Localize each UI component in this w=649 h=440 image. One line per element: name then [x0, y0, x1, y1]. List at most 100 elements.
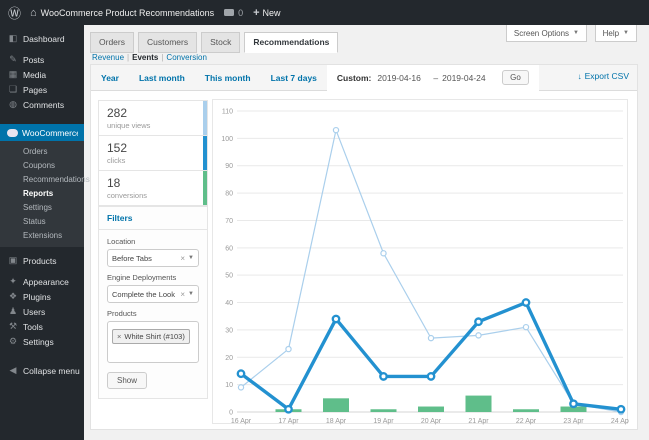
chevron-down-icon: ▼	[623, 30, 629, 36]
comments-count: 0	[238, 7, 244, 18]
sidebar-item-label: Dashboard	[23, 33, 65, 44]
sidebar-item-plugins[interactable]: ❖ Plugins	[0, 289, 84, 304]
submenu-item-settings[interactable]: Settings	[0, 200, 84, 214]
range-this-month-link[interactable]: This month	[195, 73, 261, 83]
tab-orders[interactable]: Orders	[90, 32, 134, 53]
pages-icon: ❏	[8, 84, 18, 94]
subnav-revenue[interactable]: Revenue	[92, 53, 124, 62]
submenu-item-extensions[interactable]: Extensions	[0, 228, 84, 242]
sidebar-item-comments[interactable]: ◍ Comments	[0, 97, 84, 112]
sidebar-item-pages[interactable]: ❏ Pages	[0, 82, 84, 97]
woocommerce-submenu: Orders Coupons Recommendations Reports S…	[0, 141, 90, 247]
sidebar-item-media[interactable]: ▦ Media	[0, 67, 84, 82]
tab-stock[interactable]: Stock	[201, 32, 241, 53]
stat-label: conversions	[107, 191, 148, 200]
sidebar-item-settings[interactable]: ⚙ Settings	[0, 334, 84, 349]
export-csv-link[interactable]: ↓ Export CSV	[578, 71, 629, 81]
tools-icon: ⚒	[8, 321, 18, 331]
chevron-down-icon: ▼	[573, 30, 579, 36]
custom-to-input[interactable]: 2019-04-24	[442, 72, 495, 83]
svg-text:50: 50	[225, 273, 233, 280]
sidebar-item-label: Settings	[23, 336, 54, 347]
sidebar-item-label: Media	[23, 69, 47, 80]
remove-tag-icon[interactable]: ×	[117, 332, 121, 341]
range-last-month-link[interactable]: Last month	[129, 73, 195, 83]
svg-text:40: 40	[225, 300, 233, 307]
comments-icon: ◍	[9, 99, 17, 109]
svg-text:20 Apr: 20 Apr	[421, 418, 442, 425]
submenu-item-recommendations[interactable]: Recommendations	[0, 172, 90, 186]
tab-recommendations[interactable]: Recommendations	[244, 32, 339, 53]
current-menu-arrow-icon	[78, 126, 90, 139]
chevron-down-icon: ▼	[188, 255, 194, 261]
new-menu[interactable]: + New	[253, 7, 280, 19]
help-button[interactable]: Help ▼	[594, 25, 637, 42]
svg-text:0: 0	[229, 410, 233, 417]
stat-unique-views[interactable]: 282 unique views	[98, 100, 208, 136]
svg-text:110: 110	[222, 109, 233, 116]
sidebar-item-label: Appearance	[23, 276, 69, 287]
sidebar-item-label: Plugins	[23, 291, 51, 302]
collapse-menu-button[interactable]: ◀ Collapse menu	[0, 363, 84, 378]
collapse-icon: ◀	[9, 365, 17, 375]
sidebar-item-users[interactable]: ♟ Users	[0, 304, 84, 319]
sidebar-item-appearance[interactable]: ✦ Appearance	[0, 274, 84, 289]
screen-options-button[interactable]: Screen Options ▼	[505, 25, 587, 42]
sidebar-item-label: WooCommerce	[22, 127, 81, 138]
site-link[interactable]: ⌂ WooCommerce Product Recommendations	[30, 7, 214, 19]
stat-label: clicks	[107, 156, 126, 165]
svg-text:80: 80	[225, 191, 233, 198]
sidebar-item-dashboard[interactable]: ◧ Dashboard	[0, 31, 84, 46]
sidebar-item-label: Users	[23, 306, 46, 317]
sidebar-item-woocommerce[interactable]: WooCommerce	[0, 124, 84, 141]
tab-customers[interactable]: Customers	[137, 32, 198, 53]
range-last-7-days-link[interactable]: Last 7 days	[261, 73, 327, 83]
stat-clicks[interactable]: 152 clicks	[98, 135, 208, 171]
engine-deployments-select[interactable]: Complete the Look (#1) × ▼	[107, 285, 199, 303]
subnav-events[interactable]: Events	[132, 53, 158, 62]
submenu-item-orders[interactable]: Orders	[0, 144, 84, 158]
report-tabs: Orders Customers Stock Recommendations	[90, 32, 342, 53]
media-icon: ▦	[8, 69, 18, 79]
go-button[interactable]: Go	[502, 70, 529, 85]
sidebar-item-posts[interactable]: ✎ Posts	[0, 52, 84, 67]
location-select[interactable]: Before Tabs × ▼	[107, 249, 199, 267]
submenu-item-coupons[interactable]: Coupons	[0, 158, 84, 172]
svg-text:100: 100	[221, 136, 233, 143]
woocommerce-icon	[7, 128, 18, 137]
sidebar-item-tools[interactable]: ⚒ Tools	[0, 319, 84, 334]
show-button[interactable]: Show	[107, 372, 148, 389]
svg-text:21 Apr: 21 Apr	[468, 418, 489, 425]
custom-label: Custom:	[336, 72, 372, 83]
svg-text:60: 60	[225, 245, 233, 252]
help-label: Help	[602, 28, 620, 38]
stat-value: 282	[107, 106, 128, 120]
product-tag-label: White Shirt (#103)	[124, 332, 185, 341]
custom-from-input[interactable]: 2019-04-16	[377, 72, 430, 83]
chart-legend-stats: 282 unique views 152 clicks 18 conversio…	[98, 100, 208, 206]
subnav-separator: |	[161, 53, 164, 62]
products-multiselect[interactable]: × White Shirt (#103)	[107, 321, 199, 363]
stat-conversions[interactable]: 18 conversions	[98, 170, 208, 206]
engine-deployments-label: Engine Deployments	[107, 273, 177, 282]
svg-text:24 Apr: 24 Apr	[611, 418, 629, 425]
appearance-icon: ✦	[9, 276, 17, 286]
wordpress-logo-icon[interactable]: Ⓦ	[8, 3, 21, 22]
range-year-link[interactable]: Year	[91, 73, 129, 83]
admin-bar: Ⓦ ⌂ WooCommerce Product Recommendations …	[0, 0, 649, 25]
subnav-conversion[interactable]: Conversion	[166, 53, 206, 62]
site-name: WooCommerce Product Recommendations	[40, 7, 215, 18]
export-csv-label: Export CSV	[584, 71, 629, 81]
submenu-item-status[interactable]: Status	[0, 214, 84, 228]
stat-label: unique views	[107, 121, 151, 130]
comments-admin-link[interactable]: 0	[224, 8, 243, 18]
engine-deployments-value: Complete the Look (#1)	[112, 289, 177, 299]
events-chart: 0 10 20 30 40 50 60 70 80 90 100 110 16 Apr 17 Apr 18 …	[213, 100, 629, 426]
sidebar-item-products[interactable]: ▣ Products	[0, 253, 84, 268]
subnav-separator: |	[127, 53, 130, 62]
clear-icon[interactable]: ×	[180, 254, 185, 263]
filters-title: Filters	[99, 207, 207, 230]
submenu-item-reports[interactable]: Reports	[0, 186, 84, 200]
collapse-label: Collapse menu	[23, 365, 80, 376]
clear-icon[interactable]: ×	[180, 290, 185, 299]
